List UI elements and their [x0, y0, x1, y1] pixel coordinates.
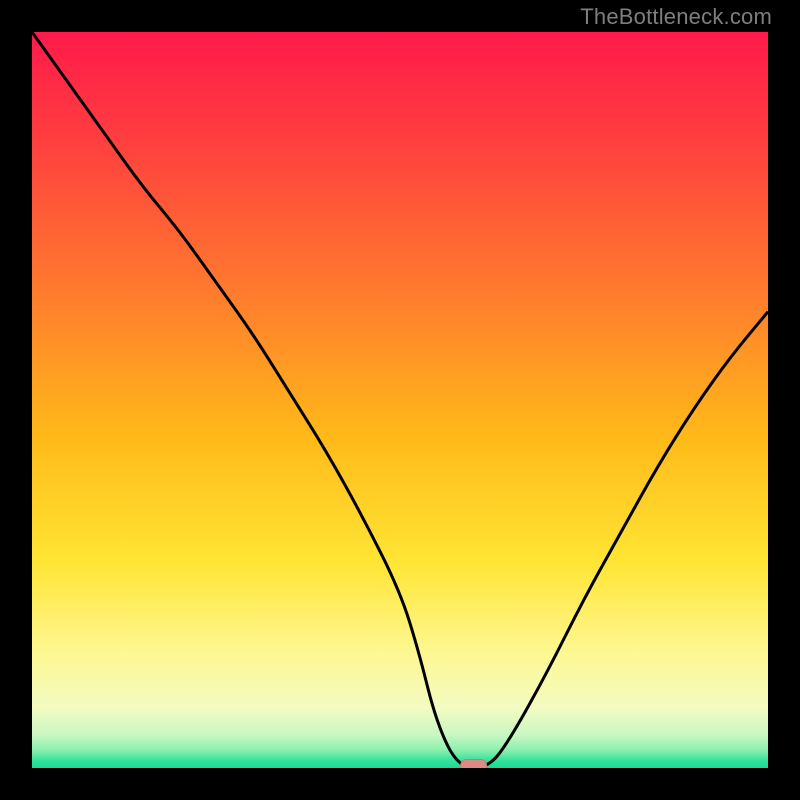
watermark-text: TheBottleneck.com	[580, 4, 772, 30]
optimal-point-marker	[461, 760, 487, 769]
bottleneck-curve-chart	[32, 32, 768, 768]
plot-area	[32, 32, 768, 768]
gradient-background	[32, 32, 768, 768]
chart-frame: TheBottleneck.com	[0, 0, 800, 800]
